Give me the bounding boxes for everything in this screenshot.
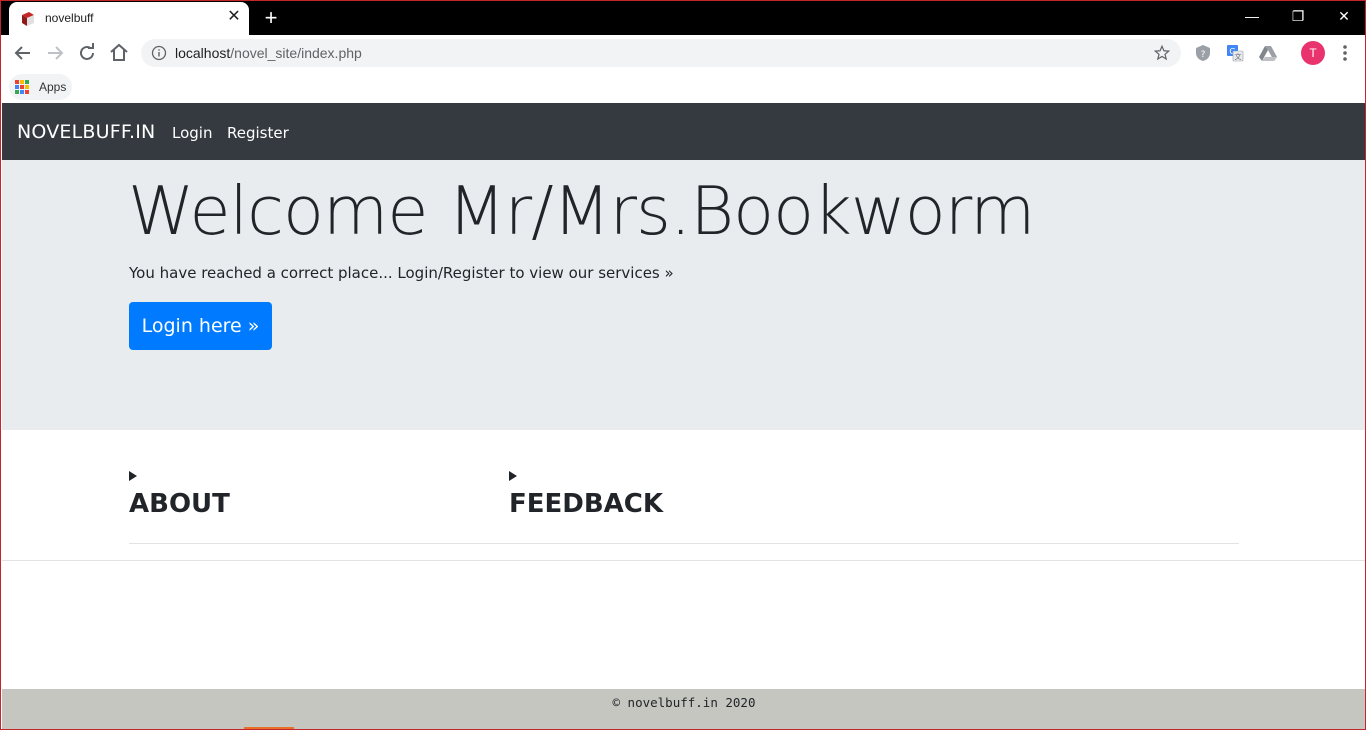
section-divider	[2, 560, 1365, 561]
url-path: /novel_site/index.php	[230, 45, 362, 61]
svg-text:文: 文	[1235, 52, 1242, 61]
bookmarks-bar: Apps	[1, 71, 1365, 103]
content-divider	[129, 543, 1239, 544]
site-brand[interactable]: NOVELBUFF.IN	[17, 121, 155, 143]
feedback-title[interactable]: FEEDBACK	[509, 489, 663, 519]
reload-icon[interactable]	[75, 41, 99, 65]
apps-shortcut[interactable]: Apps	[9, 74, 73, 100]
welcome-lead: You have reached a correct place... Logi…	[129, 264, 674, 282]
close-icon[interactable]: ✕	[225, 8, 243, 26]
disclosure-triangle-icon[interactable]	[509, 471, 517, 481]
web-page: NOVELBUFF.IN Login Register Welcome Mr/M…	[2, 103, 1365, 729]
translate-icon[interactable]: G 文	[1225, 43, 1245, 63]
book-favicon-icon	[22, 12, 34, 26]
jumbotron: Welcome Mr/Mrs.Bookworm You have reached…	[2, 160, 1365, 430]
more-menu-icon[interactable]	[1335, 41, 1355, 65]
about-title[interactable]: ABOUT	[129, 489, 230, 519]
svg-text:?: ?	[1201, 50, 1206, 60]
site-navbar: NOVELBUFF.IN Login Register	[2, 103, 1365, 160]
shield-extension-icon[interactable]: ?	[1193, 43, 1213, 63]
login-here-button[interactable]: Login here »	[129, 302, 272, 350]
active-tab[interactable]: novelbuff ✕	[9, 2, 249, 35]
browser-toolbar: localhost/novel_site/index.php ? G 文 T	[1, 35, 1365, 71]
address-bar[interactable]: localhost/novel_site/index.php	[141, 39, 1181, 67]
restore-button[interactable]: ❐	[1275, 1, 1321, 31]
url-text[interactable]: localhost/novel_site/index.php	[175, 45, 362, 61]
new-tab-button[interactable]: +	[259, 7, 283, 29]
browser-window: novelbuff ✕ + — ❐ ✕ localhost/novel_site…	[0, 0, 1366, 730]
footer-copyright: © novelbuff.in 2020	[612, 695, 756, 710]
back-arrow-icon[interactable]	[11, 41, 35, 65]
forward-arrow-icon[interactable]	[43, 41, 67, 65]
tab-strip: novelbuff ✕ + — ❐ ✕	[1, 1, 1365, 35]
tab-title: novelbuff	[45, 11, 94, 25]
url-host: localhost	[175, 45, 231, 61]
nav-register-link[interactable]: Register	[227, 124, 289, 142]
minimize-button[interactable]: —	[1229, 1, 1275, 31]
window-close-button[interactable]: ✕	[1321, 1, 1365, 31]
profile-avatar[interactable]: T	[1301, 41, 1325, 65]
site-footer: © novelbuff.in 2020	[2, 689, 1365, 729]
welcome-heading: Welcome Mr/Mrs.Bookworm	[128, 172, 1035, 250]
apps-grid-icon	[15, 80, 29, 94]
nav-login-link[interactable]: Login	[172, 124, 212, 142]
disclosure-triangle-icon[interactable]	[129, 471, 137, 481]
apps-label: Apps	[39, 80, 67, 94]
drive-icon[interactable]	[1258, 43, 1278, 63]
home-icon[interactable]	[107, 41, 131, 65]
star-icon[interactable]	[1153, 44, 1171, 62]
info-icon[interactable]	[151, 45, 167, 61]
